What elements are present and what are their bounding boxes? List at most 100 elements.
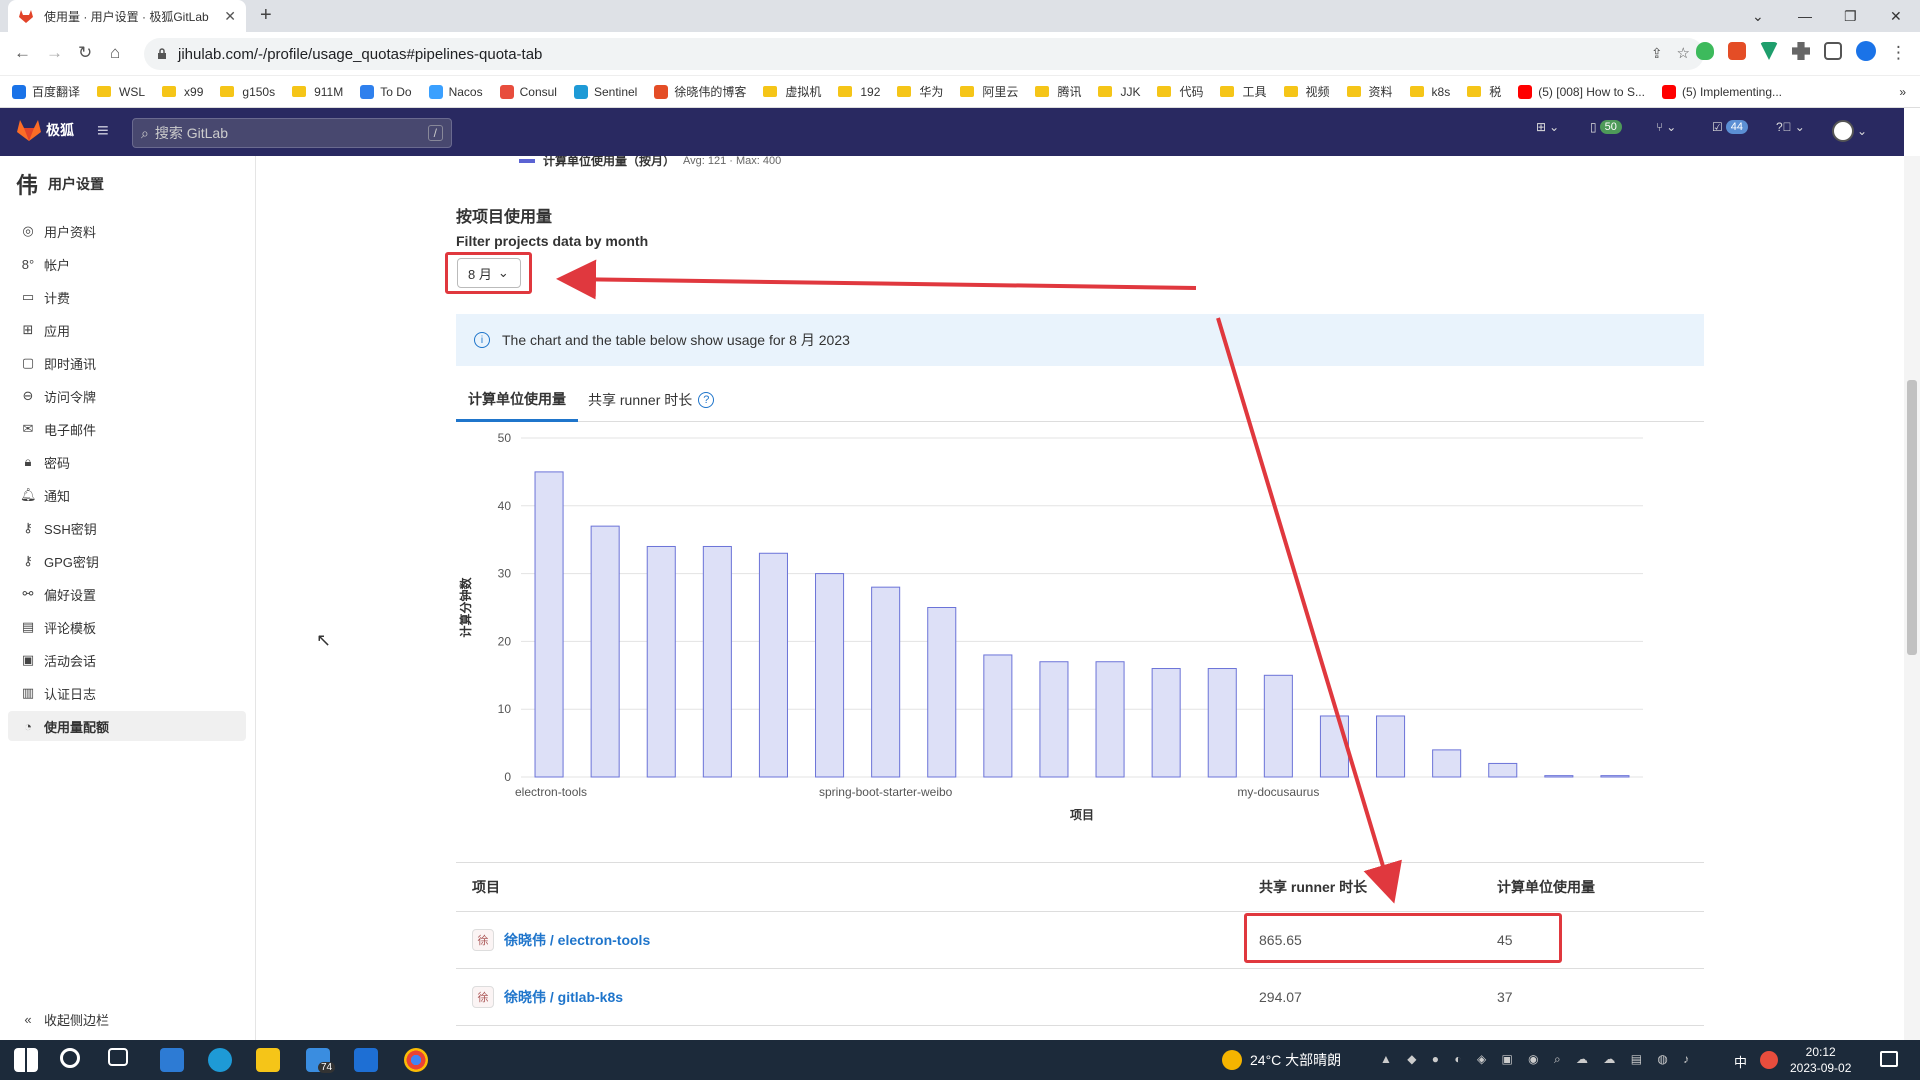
weather-widget[interactable]: 24°C 大部晴朗 <box>1222 1040 1341 1080</box>
notification-icon[interactable] <box>1880 1051 1898 1067</box>
home-icon[interactable]: ⌂ <box>110 43 120 63</box>
tab-compute-units[interactable]: 计算单位使用量 <box>456 378 578 422</box>
sidebar-item[interactable]: ▣ 活动会话 <box>8 645 246 675</box>
bookmark-item[interactable]: 资料 <box>1346 83 1393 100</box>
project-link[interactable]: 徐晓伟 / electron-tools <box>504 930 650 950</box>
bookmark-item[interactable]: 阿里云 <box>960 83 1018 100</box>
tab-search-icon[interactable]: ⌄ <box>1752 0 1764 32</box>
tab-shared-runner[interactable]: 共享 runner 时长? <box>588 378 715 422</box>
sidebar-item[interactable]: ⚷ SSH密钥 <box>8 513 246 543</box>
sidebar-item[interactable]: ▤ 评论模板 <box>8 612 246 642</box>
bookmark-item[interactable]: g150s <box>220 85 275 99</box>
bookmark-item[interactable]: 192 <box>838 85 880 99</box>
sidebar-item[interactable]: ▥ 认证日志 <box>8 678 246 708</box>
bookmark-item[interactable]: Nacos <box>428 84 483 99</box>
gitlab-logo[interactable]: 极狐 <box>16 118 74 142</box>
bookmark-star-icon[interactable]: ☆ <box>1677 44 1690 62</box>
bookmark-item[interactable]: WSL <box>97 85 145 99</box>
sidebar-item[interactable]: 🔔︎ 通知 <box>8 480 246 510</box>
side-panel-icon[interactable] <box>1824 42 1842 60</box>
task-view-icon[interactable] <box>108 1048 128 1066</box>
search-input[interactable]: ⌕ 搜索 GitLab / <box>132 118 452 148</box>
x-axis-label: 项目 <box>1070 808 1094 822</box>
tray-icons[interactable]: ▲ ◆ ● ◐ ◈ ▣ ◉ ⌕ ☁ ☁ ▤ ◍ ♪ <box>1380 1052 1695 1067</box>
merge-requests-button[interactable]: ⑂ ⌄ <box>1656 120 1676 134</box>
forward-icon[interactable]: → <box>46 43 63 63</box>
sidebar-item[interactable]: 🔒︎ 密码 <box>8 447 246 477</box>
sidebar-item[interactable]: ⊞ 应用 <box>8 315 246 345</box>
ime-indicator[interactable]: 中 <box>1734 1052 1747 1071</box>
sidebar-item[interactable]: ⊖ 访问令牌 <box>8 381 246 411</box>
bookmark-item[interactable]: 百度翻译 <box>12 83 80 100</box>
sidebar-item[interactable]: ▭ 计费 <box>8 282 246 312</box>
bookmark-item[interactable]: 视频 <box>1283 83 1330 100</box>
bookmarks-overflow-icon[interactable]: » <box>1899 85 1906 99</box>
todos-button[interactable]: ☑ 44 <box>1712 120 1749 134</box>
bookmark-item[interactable]: (5) [008] How to S... <box>1518 84 1645 99</box>
hamburger-menu-icon[interactable]: ≡ <box>97 120 109 143</box>
sidebar-item[interactable]: ⚯ 偏好设置 <box>8 579 246 609</box>
shield-extension-icon[interactable] <box>1696 42 1714 60</box>
close-window-icon[interactable]: ✕ <box>1890 0 1902 32</box>
project-link[interactable]: 徐晓伟 / gitlab-k8s <box>504 987 623 1007</box>
mail-icon[interactable] <box>354 1048 378 1072</box>
preferences-icon: ⚯ <box>22 586 34 601</box>
bookmark-item[interactable]: 代码 <box>1157 83 1203 100</box>
legend-label: 计算单位使用量（按月） <box>543 156 676 168</box>
bookmark-item[interactable]: 税 <box>1467 83 1501 100</box>
bookmark-item[interactable]: 华为 <box>897 83 943 100</box>
new-tab-icon[interactable]: + <box>260 4 272 27</box>
reload-icon[interactable]: ↻ <box>78 43 92 63</box>
store-icon[interactable] <box>160 1048 184 1072</box>
sidebar-item[interactable]: 8° 帐户 <box>8 249 246 279</box>
clock[interactable]: 20:12 2023-09-02 <box>1790 1044 1851 1076</box>
scrollbar-thumb[interactable] <box>1907 380 1917 655</box>
bookmark-item[interactable]: Consul <box>499 84 557 99</box>
back-icon[interactable]: ← <box>14 43 31 63</box>
extensions-puzzle-icon[interactable] <box>1792 42 1810 60</box>
sidebar-item[interactable]: ⚷ GPG密钥 <box>8 546 246 576</box>
browser-tab[interactable]: 使用量 · 用户设置 · 极狐GitLab ✕ <box>8 0 246 32</box>
bookmark-item[interactable]: JJK <box>1098 85 1140 99</box>
bookmark-item[interactable]: 虚拟机 <box>763 83 821 100</box>
bookmark-item[interactable]: 工具 <box>1220 83 1267 100</box>
bookmark-item[interactable]: 徐晓伟的博客 <box>654 83 746 100</box>
bookmark-item[interactable]: Sentinel <box>573 84 638 99</box>
user-menu-button[interactable]: ⌄ <box>1832 120 1867 142</box>
sidebar-item[interactable]: ▢ 即时通讯 <box>8 348 246 378</box>
bookmark-item[interactable]: x99 <box>162 85 203 99</box>
sidebar-item[interactable]: ◎ 用户资料 <box>8 216 246 246</box>
edge-icon[interactable] <box>208 1048 232 1072</box>
address-bar[interactable]: jihulab.com/-/profile/usage_quotas#pipel… <box>144 38 1704 70</box>
help-button[interactable]: ?⃝ ⌄ <box>1776 120 1805 134</box>
sidebar-header[interactable]: 伟 用户设置 <box>0 156 255 212</box>
sidebar-item[interactable]: ◔ 使用量配额 <box>8 711 246 741</box>
bookmark-item[interactable]: 911M <box>292 85 343 99</box>
chevron-down-icon: ⌄ <box>1794 120 1805 134</box>
help-icon[interactable]: ? <box>698 392 715 408</box>
chrome-icon[interactable] <box>404 1048 428 1072</box>
search-icon[interactable] <box>60 1048 80 1068</box>
issues-button[interactable]: ▯ 50 <box>1590 120 1622 134</box>
bookmark-item[interactable]: 腾讯 <box>1035 83 1081 100</box>
close-tab-icon[interactable]: ✕ <box>224 8 236 25</box>
bookmark-item[interactable]: To Do <box>360 84 412 99</box>
bookmark-label: 192 <box>860 84 881 99</box>
key-icon: ⚷ <box>23 520 33 535</box>
share-icon[interactable]: ⇪ <box>1651 45 1663 62</box>
profile-avatar[interactable] <box>1856 41 1876 61</box>
windows-start-icon[interactable] <box>14 1048 38 1072</box>
sogou-icon[interactable] <box>1760 1051 1778 1069</box>
file-explorer-icon[interactable] <box>256 1048 280 1072</box>
bookmark-item[interactable]: (5) Implementing... <box>1661 84 1782 99</box>
bookmark-item[interactable]: k8s <box>1409 85 1450 99</box>
collapse-sidebar-button[interactable]: « 收起侧边栏 <box>8 1004 246 1034</box>
restore-icon[interactable]: ❐ <box>1844 0 1857 32</box>
bookmark-label: Sentinel <box>593 84 638 99</box>
browser-menu-icon[interactable]: ⋮ <box>1890 43 1907 63</box>
minimize-icon[interactable]: — <box>1798 0 1812 32</box>
vue-extension-icon[interactable] <box>1760 42 1778 60</box>
sidebar-item[interactable]: ✉ 电子邮件 <box>8 414 246 444</box>
create-new-button[interactable]: ⊞ ⌄ <box>1536 120 1559 134</box>
csdn-extension-icon[interactable] <box>1728 42 1746 60</box>
